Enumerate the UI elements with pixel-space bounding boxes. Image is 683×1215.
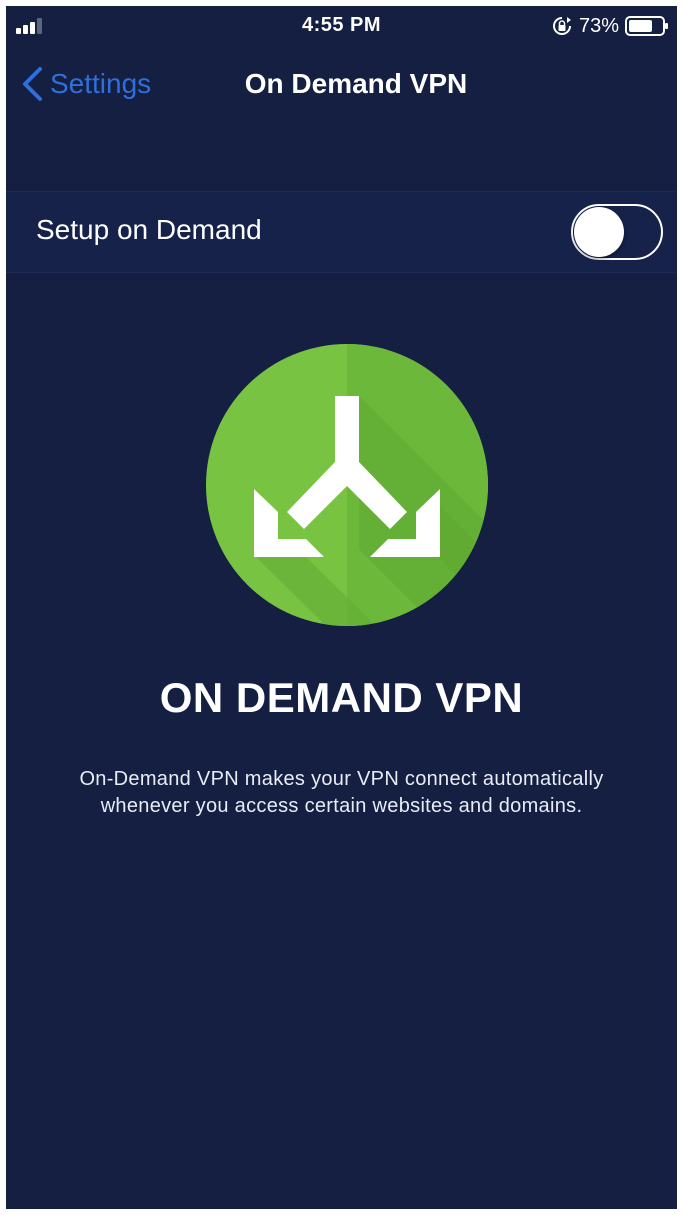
chevron-left-icon xyxy=(23,67,42,101)
battery-percent: 73% xyxy=(578,14,619,37)
setup-on-demand-row: Setup on Demand xyxy=(6,191,677,273)
split-arrows-icon xyxy=(206,344,488,626)
screen: 4:55 PM 73% Settings On Demand VPN Setup… xyxy=(6,6,677,1209)
back-button[interactable]: Settings xyxy=(20,64,151,104)
setup-on-demand-toggle[interactable] xyxy=(571,204,663,260)
toggle-knob xyxy=(574,207,624,257)
setup-on-demand-label: Setup on Demand xyxy=(36,214,262,245)
hero-title: ON DEMAND VPN xyxy=(159,674,524,721)
battery-icon xyxy=(625,16,668,36)
status-bar: 4:55 PM 73% xyxy=(6,6,677,46)
page-title: On Demand VPN xyxy=(244,68,468,99)
navigation-bar: Settings On Demand VPN xyxy=(6,46,677,118)
hero-description: On-Demand VPN makes your VPN connect aut… xyxy=(79,768,604,817)
rotation-lock-icon xyxy=(553,17,571,35)
back-button-label: Settings xyxy=(50,68,152,99)
status-right-group: 73% xyxy=(551,14,669,38)
